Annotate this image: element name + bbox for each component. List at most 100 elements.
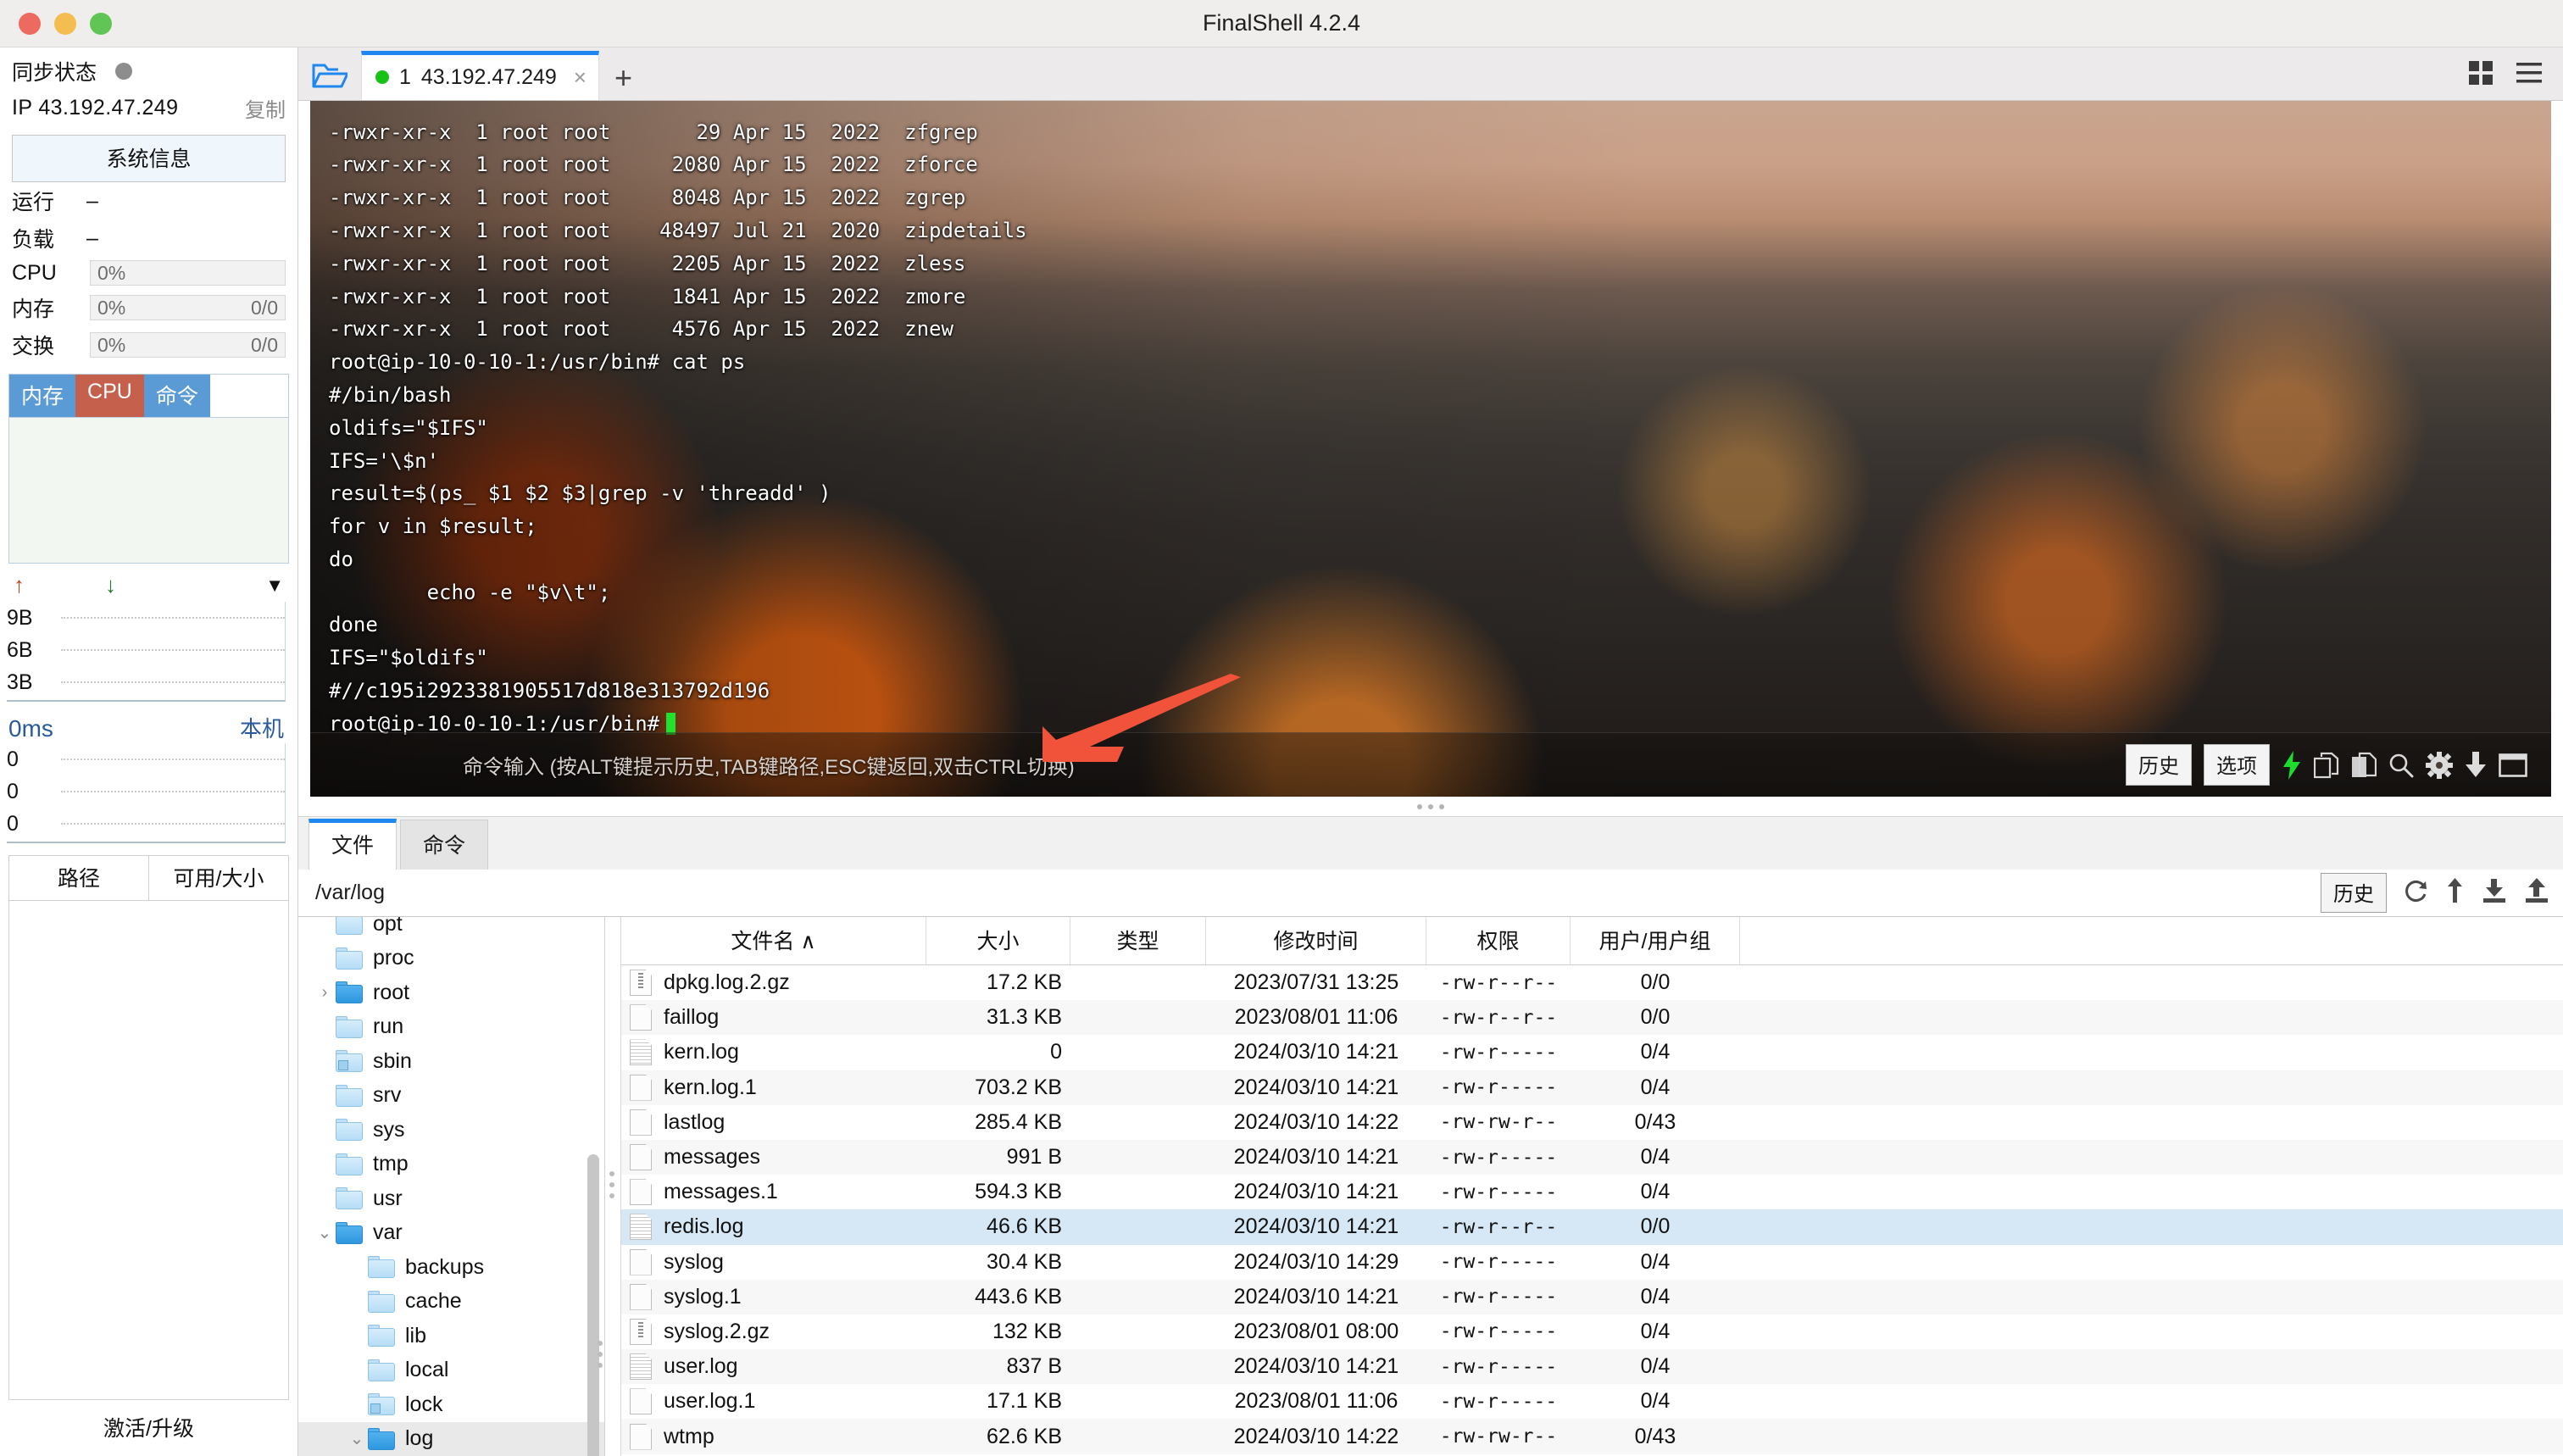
current-path-input[interactable]: /var/log xyxy=(315,881,385,905)
gear-icon[interactable] xyxy=(2426,751,2453,779)
file-permissions: -rw-r----- xyxy=(1439,1076,1558,1099)
file-panel-tab-文件[interactable]: 文件 xyxy=(309,819,398,870)
column-header-权限[interactable]: 权限 xyxy=(1426,917,1571,964)
search-icon[interactable] xyxy=(2388,753,2414,778)
tree-node[interactable]: proc xyxy=(298,942,604,976)
command-input-hint[interactable]: 命令输入 (按ALT键提示历史,TAB键路径,ESC键返回,双击CTRL切换) xyxy=(310,750,1075,780)
table-row[interactable]: user.log 837 B 2024/03/10 14:21 -rw-r----- 0… xyxy=(621,1349,2563,1385)
tree-node[interactable]: lock xyxy=(298,1387,604,1422)
gridline xyxy=(61,681,285,683)
terminal-view[interactable]: -rwxr-xr-x 1 root root 29 Apr 15 2022 zf… xyxy=(310,100,2551,797)
network-axis-row: 3B xyxy=(7,666,285,698)
column-header-文件名[interactable]: 文件名 ∧ xyxy=(621,917,926,964)
file-list-body[interactable]: dpkg.log.2.gz 17.2 KB 2023/07/31 13:25 -rw-… xyxy=(621,965,2563,1456)
column-header-类型[interactable]: 类型 xyxy=(1070,917,1206,964)
table-row[interactable]: syslog.1 443.6 KB 2024/03/10 14:21 -rw-r---… xyxy=(621,1279,2563,1314)
file-size: 17.1 KB xyxy=(987,1389,1062,1414)
copy-icon[interactable] xyxy=(2314,752,2339,779)
maximize-window-button[interactable] xyxy=(90,12,112,35)
file-size: 991 B xyxy=(1006,1145,1062,1170)
file-list-header[interactable]: 文件名 ∧ 大小 类型 修改时间 权限 用户/用户组 xyxy=(621,917,2563,965)
file-name: user.log xyxy=(664,1354,738,1379)
tree-node[interactable]: lib xyxy=(298,1319,604,1353)
table-row[interactable]: messages.1 594.3 KB 2024/03/10 14:21 -rw-r-… xyxy=(621,1175,2563,1209)
tree-expand-icon[interactable]: ⌄ xyxy=(346,1428,368,1449)
tree-node[interactable]: tmp xyxy=(298,1148,604,1182)
tree-node[interactable]: sbin xyxy=(298,1044,604,1079)
upload-file-icon[interactable] xyxy=(2524,878,2549,908)
table-row[interactable]: redis.log 46.6 KB 2024/03/10 14:21 -rw-r--r… xyxy=(621,1209,2563,1245)
mount-column-header[interactable]: 可用/大小 xyxy=(149,856,288,900)
download-icon[interactable] xyxy=(2465,751,2487,779)
history-button[interactable]: 历史 xyxy=(2126,744,2192,786)
lightning-icon[interactable] xyxy=(2282,750,2302,780)
window-controls[interactable] xyxy=(0,12,112,35)
close-tab-icon[interactable]: × xyxy=(574,64,587,91)
process-tab-CPU[interactable]: CPU xyxy=(75,375,144,417)
new-tab-button[interactable]: + xyxy=(599,62,648,100)
table-row[interactable]: faillog 31.3 KB 2023/08/01 11:06 -rw-r--r--… xyxy=(621,1000,2563,1036)
activate-upgrade-link[interactable]: 激活/升级 xyxy=(0,1400,297,1456)
table-row[interactable]: syslog 30.4 KB 2024/03/10 14:29 -rw-r----- 0… xyxy=(621,1245,2563,1280)
folder-icon xyxy=(336,1015,364,1038)
chevron-down-icon[interactable]: ▼ xyxy=(265,575,284,597)
table-row[interactable]: kern.log.1 703.2 KB 2024/03/10 14:21 -rw-r-… xyxy=(621,1070,2563,1105)
grid-view-icon[interactable] xyxy=(2468,60,2494,90)
tree-node[interactable]: srv xyxy=(298,1079,604,1114)
mount-column-header[interactable]: 路径 xyxy=(9,856,149,900)
system-info-button[interactable]: 系统信息 xyxy=(12,135,286,182)
file-permissions: -rw-r----- xyxy=(1439,1286,1558,1309)
tree-node[interactable]: ⌄ log xyxy=(298,1421,604,1456)
stat-detail: 0/0 xyxy=(251,333,278,356)
open-folder-icon[interactable] xyxy=(298,51,361,100)
process-tab-内存[interactable]: 内存 xyxy=(9,375,76,417)
tree-expand-icon[interactable]: › xyxy=(314,983,336,1003)
path-history-button[interactable]: 历史 xyxy=(2321,873,2387,913)
tree-node[interactable]: run xyxy=(298,1010,604,1045)
up-directory-icon[interactable] xyxy=(2446,878,2465,908)
tree-node[interactable]: usr xyxy=(298,1181,604,1216)
menu-icon[interactable] xyxy=(2516,60,2543,90)
download-file-icon[interactable] xyxy=(2482,878,2507,908)
window-icon[interactable] xyxy=(2499,753,2527,777)
directory-tree[interactable]: opt proc › root run sbin srv sys tmp usr ⌄ var backu… xyxy=(298,917,605,1456)
tree-node[interactable]: opt xyxy=(298,917,604,942)
table-row[interactable]: kern.log 0 2024/03/10 14:21 -rw-r----- 0/4 xyxy=(621,1035,2563,1070)
tree-scrollbar[interactable] xyxy=(587,1154,599,1456)
sync-status-row: 同步状态 xyxy=(0,47,297,86)
column-header-用户/用户组[interactable]: 用户/用户组 xyxy=(1571,917,1740,964)
file-panel-tabs[interactable]: 文件 命令 xyxy=(298,817,2563,870)
column-header-大小[interactable]: 大小 xyxy=(926,917,1070,964)
options-button[interactable]: 选项 xyxy=(2204,744,2270,786)
table-row[interactable]: syslog.2.gz 132 KB 2023/08/01 08:00 -rw-r--… xyxy=(621,1314,2563,1349)
tree-resize-grip-icon[interactable] xyxy=(598,1341,603,1368)
tree-node[interactable]: local xyxy=(298,1353,604,1388)
tree-node[interactable]: cache xyxy=(298,1285,604,1320)
session-tab[interactable]: 1 43.192.47.249 × xyxy=(361,50,599,100)
column-header-修改时间[interactable]: 修改时间 xyxy=(1206,917,1426,964)
paste-icon[interactable] xyxy=(2351,752,2377,779)
file-browser-panel: 文件 命令 /var/log 历史 opt proc › root run sb… xyxy=(298,816,2563,1456)
tree-expand-icon[interactable]: ⌄ xyxy=(314,1222,336,1243)
table-row[interactable]: user.log.1 17.1 KB 2023/08/01 11:06 -rw-r--… xyxy=(621,1384,2563,1419)
list-resize-grip-icon[interactable] xyxy=(609,1171,614,1198)
tree-node[interactable]: › root xyxy=(298,975,604,1010)
file-name: kern.log xyxy=(664,1040,739,1064)
refresh-icon[interactable] xyxy=(2404,878,2429,908)
panel-splitter[interactable] xyxy=(298,797,2563,816)
table-row[interactable]: lastlog 285.4 KB 2024/03/10 14:22 -rw-rw-r-… xyxy=(621,1105,2563,1140)
table-row[interactable]: wtmp 62.6 KB 2024/03/10 14:22 -rw-rw-r-- 0/4… xyxy=(621,1419,2563,1454)
minimize-window-button[interactable] xyxy=(54,12,76,35)
file-name: user.log.1 xyxy=(664,1389,756,1414)
table-row[interactable]: dpkg.log.2.gz 17.2 KB 2023/07/31 13:25 -rw-… xyxy=(621,965,2563,1000)
tree-node[interactable]: backups xyxy=(298,1250,604,1285)
file-panel-tab-命令[interactable]: 命令 xyxy=(400,820,489,870)
process-tab-命令[interactable]: 命令 xyxy=(143,375,210,417)
table-row[interactable]: messages 991 B 2024/03/10 14:21 -rw-r----- 0… xyxy=(621,1139,2563,1175)
close-window-button[interactable] xyxy=(19,12,41,35)
tree-node[interactable]: sys xyxy=(298,1113,604,1148)
tree-node[interactable]: ⌄ var xyxy=(298,1216,604,1251)
copy-ip-button[interactable]: 复制 xyxy=(245,93,286,123)
process-monitor-tabs[interactable]: 内存 CPU 命令 xyxy=(9,375,288,417)
connection-status-icon xyxy=(375,70,389,85)
